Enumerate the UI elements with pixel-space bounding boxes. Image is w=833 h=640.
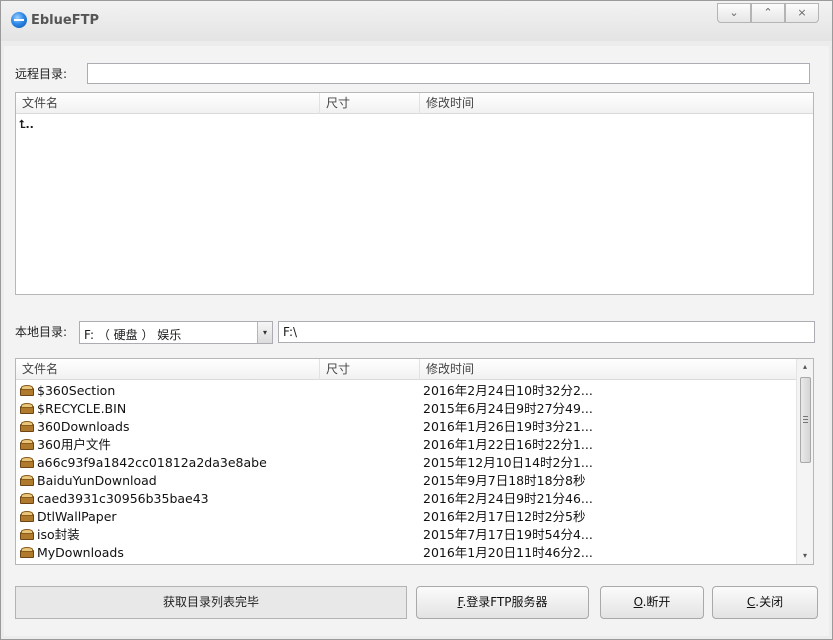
remote-path-input[interactable] <box>87 63 810 84</box>
folder-icon <box>20 403 34 414</box>
file-name: a66c93f9a1842cc01812a2da3e8abe <box>37 455 267 470</box>
local-col-mtime[interactable]: 修改时间 <box>420 359 798 380</box>
file-size <box>326 472 420 490</box>
folder-icon <box>20 457 34 468</box>
file-mtime: 2016年2月24日10时32分2... <box>423 383 593 398</box>
file-name: iso封装 <box>37 527 80 542</box>
folder-icon <box>20 493 34 504</box>
file-row[interactable]: iso封装 2015年7月17日19时54分4... <box>16 526 813 544</box>
drive-select[interactable]: F: （ 硬盘 ） 娱乐 ▾ <box>79 321 273 344</box>
file-size <box>326 454 420 472</box>
minimize-button[interactable]: ⌄ <box>717 3 751 23</box>
file-name: BaiduYunDownload <box>37 473 157 488</box>
disconnect-label: .断开 <box>642 595 671 609</box>
maximize-button[interactable]: ⌃ <box>751 3 785 23</box>
file-mtime: 2016年2月17日12时2分5秒 <box>423 509 586 524</box>
parent-directory-item[interactable]: ⮤.. <box>19 119 39 131</box>
disconnect-button[interactable]: O.断开 <box>600 586 704 619</box>
close-label: .关闭 <box>755 595 784 609</box>
local-list-scrollbar[interactable]: ▴ ▾ <box>796 359 813 564</box>
login-ftp-button[interactable]: F.登录FTP服务器 <box>416 586 589 619</box>
app-logo-icon <box>11 12 27 28</box>
main-panel: 远程目录: 文件名 尺寸 修改时间 ⮤.. 本地目录: F: （ 硬盘 ） 娱乐… <box>4 46 829 636</box>
file-row[interactable]: 360Downloads 2016年1月26日19时3分21... <box>16 418 813 436</box>
file-size <box>326 508 420 526</box>
local-list-header: 文件名 尺寸 修改时间 <box>16 359 813 380</box>
remote-col-name[interactable]: 文件名 <box>16 93 320 114</box>
status-text: 获取目录列表完毕 <box>15 586 407 619</box>
file-size <box>326 544 420 562</box>
chevron-down-icon[interactable]: ▾ <box>257 322 272 343</box>
file-size <box>326 490 420 508</box>
file-size <box>326 436 420 454</box>
folder-icon <box>20 547 34 558</box>
close-window-button[interactable]: × <box>785 3 819 23</box>
file-size <box>326 526 420 544</box>
file-name: MyDownloads <box>37 545 124 560</box>
login-label: .登录FTP服务器 <box>462 595 548 609</box>
file-mtime: 2015年12月10日14时2分1... <box>423 455 593 470</box>
file-name: $360Section <box>37 383 116 398</box>
file-name: 360用户文件 <box>37 437 111 452</box>
file-row[interactable]: a66c93f9a1842cc01812a2da3e8abe 2015年12月10… <box>16 454 813 472</box>
file-row[interactable]: MyDownloads 2016年1月20日11时46分2... <box>16 544 813 562</box>
file-name: $RECYCLE.BIN <box>37 401 127 416</box>
folder-icon <box>20 511 34 522</box>
grip-icon <box>803 416 808 423</box>
drive-select-value: F: （ 硬盘 ） 娱乐 <box>84 328 182 342</box>
local-path-input[interactable]: F:\ <box>278 321 815 343</box>
file-size <box>326 382 420 400</box>
local-dir-label: 本地目录: <box>15 325 68 339</box>
file-mtime: 2015年7月17日19时54分4... <box>423 527 593 542</box>
file-mtime: 2016年1月26日19时3分21... <box>423 419 593 434</box>
file-name: 360Downloads <box>37 419 130 434</box>
file-row[interactable]: DtlWallPaper 2016年2月17日12时2分5秒 <box>16 508 813 526</box>
file-name: DtlWallPaper <box>37 509 117 524</box>
title-bar[interactable]: EblueFTP ⌄ ⌃ × <box>1 1 832 41</box>
folder-icon <box>20 529 34 540</box>
file-row[interactable]: caed3931c30956b35bae43 2016年2月24日9时21分46.… <box>16 490 813 508</box>
file-mtime: 2016年1月22日16时22分1... <box>423 437 593 452</box>
parent-dir-label: .. <box>25 118 34 131</box>
folder-icon <box>20 475 34 486</box>
file-size <box>326 418 420 436</box>
file-row[interactable]: $360Section 2016年2月24日10时32分2... <box>16 382 813 400</box>
app-window: EblueFTP ⌄ ⌃ × 远程目录: 文件名 尺寸 修改时间 ⮤.. 本地目… <box>0 0 833 640</box>
local-file-list[interactable]: 文件名 尺寸 修改时间 $360Section 2016年2月24日10时32分2… <box>15 358 814 565</box>
remote-col-mtime[interactable]: 修改时间 <box>420 93 813 114</box>
file-size <box>326 400 420 418</box>
folder-icon <box>20 385 34 396</box>
scroll-up-icon[interactable]: ▴ <box>797 359 813 375</box>
app-title: EblueFTP <box>31 13 99 28</box>
file-name: caed3931c30956b35bae43 <box>37 491 209 506</box>
folder-icon <box>20 439 34 450</box>
folder-icon <box>20 421 34 432</box>
scrollbar-thumb[interactable] <box>800 377 811 463</box>
scroll-down-icon[interactable]: ▾ <box>797 548 813 564</box>
disconnect-hotkey: O <box>633 595 643 609</box>
file-mtime: 2015年6月24日9时27分49... <box>423 401 593 416</box>
file-row[interactable]: 360用户文件 2016年1月22日16时22分1... <box>16 436 813 454</box>
close-button[interactable]: C.关闭 <box>712 586 818 619</box>
remote-list-header: 文件名 尺寸 修改时间 <box>16 93 813 114</box>
local-col-name[interactable]: 文件名 <box>16 359 320 380</box>
remote-col-size[interactable]: 尺寸 <box>320 93 420 114</box>
file-mtime: 2016年1月20日11时46分2... <box>423 545 593 560</box>
file-row[interactable]: BaiduYunDownload 2015年9月7日18时18分8秒 <box>16 472 813 490</box>
remote-file-list[interactable]: 文件名 尺寸 修改时间 ⮤.. <box>15 92 814 295</box>
local-col-size[interactable]: 尺寸 <box>320 359 420 380</box>
file-row[interactable]: $RECYCLE.BIN 2015年6月24日9时27分49... <box>16 400 813 418</box>
file-mtime: 2016年2月24日9时21分46... <box>423 491 593 506</box>
file-mtime: 2015年9月7日18时18分8秒 <box>423 473 586 488</box>
remote-dir-label: 远程目录: <box>15 67 68 81</box>
